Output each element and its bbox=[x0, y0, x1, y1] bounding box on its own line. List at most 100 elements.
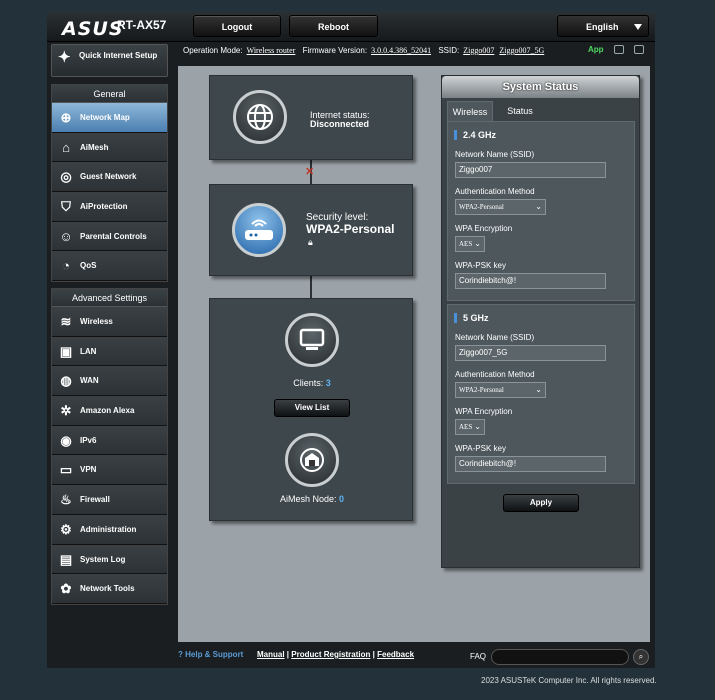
sidebar-item-label: LAN bbox=[80, 346, 97, 356]
ssid-field[interactable]: Ziggo007_5G bbox=[455, 345, 606, 361]
sidebar-item-label: AiMesh bbox=[80, 142, 109, 152]
log-icon: ▤ bbox=[59, 551, 73, 567]
auth-value: WPA2-Personal bbox=[459, 386, 504, 394]
logout-button[interactable]: Logout bbox=[193, 15, 281, 37]
advanced-menu: Advanced Settings ≋ Wireless ▣ LAN ◍ WAN ✲ A… bbox=[51, 288, 168, 605]
sidebar-item-label: Network Tools bbox=[80, 584, 135, 594]
sidebar-item-label: Parental Controls bbox=[80, 231, 147, 241]
sidebar-item-network-map[interactable]: ⊕ Network Map bbox=[52, 103, 167, 133]
ssid-link-5[interactable]: Ziggo007_5G bbox=[499, 46, 544, 55]
router-node[interactable]: Security level: WPA2-Personal 🔒︎ bbox=[209, 184, 413, 276]
enc-select[interactable]: AES ⌄ bbox=[455, 419, 485, 435]
product-registration-link[interactable]: Product Registration bbox=[291, 650, 370, 659]
lock-icon: 🔒︎ bbox=[308, 237, 313, 247]
tab-wireless[interactable]: Wireless bbox=[447, 101, 493, 121]
sidebar-item-firewall[interactable]: ♨ Firewall bbox=[52, 485, 167, 515]
sidebar-item-label: QoS bbox=[80, 261, 97, 271]
faq-search-input[interactable] bbox=[491, 649, 629, 665]
ssid-label: Network Name (SSID) bbox=[455, 150, 535, 159]
general-title: General bbox=[52, 85, 167, 103]
sidebar-item-system-log[interactable]: ▤ System Log bbox=[52, 544, 167, 575]
monitor-icon[interactable] bbox=[285, 313, 339, 367]
wand-icon: ✦ bbox=[58, 49, 71, 66]
wifi-icon: ≋ bbox=[60, 314, 72, 329]
model-name: RT-AX57 bbox=[117, 18, 167, 32]
clients-value: 3 bbox=[325, 378, 331, 388]
band-title: 5 GHz bbox=[454, 313, 489, 323]
qos-icon: ◔ bbox=[62, 258, 70, 274]
copy-icon[interactable] bbox=[634, 45, 645, 55]
auth-select[interactable]: WPA2-Personal ⌄ bbox=[455, 382, 546, 398]
manual-link[interactable]: Manual bbox=[257, 650, 285, 659]
psk-field[interactable]: Corindiebitch@! bbox=[455, 273, 606, 289]
disconnected-x-icon: ✕ bbox=[305, 166, 315, 178]
sidebar-item-aimesh[interactable]: ⌂ AiMesh bbox=[52, 132, 167, 163]
sidebar-item-wan[interactable]: ◍ WAN bbox=[52, 366, 167, 397]
firmware-label: Firmware Version: bbox=[302, 46, 368, 55]
globe-icon: ◍ bbox=[60, 373, 72, 389]
sidebar-item-wireless[interactable]: ≋ Wireless bbox=[52, 307, 167, 337]
sidebar-item-vpn[interactable]: ▭ VPN bbox=[52, 455, 167, 486]
sidebar-item-lan[interactable]: ▣ LAN bbox=[52, 336, 167, 367]
users-icon[interactable] bbox=[613, 45, 624, 55]
sidebar-item-administration[interactable]: ⚙ Administration bbox=[52, 514, 167, 545]
aimesh-value: 0 bbox=[339, 494, 345, 504]
ssid-link-24[interactable]: Ziggo007 bbox=[463, 46, 494, 55]
vpn-icon: ▭ bbox=[59, 462, 73, 478]
advanced-title: Advanced Settings bbox=[52, 289, 167, 307]
sidebar-item-label: Administration bbox=[80, 524, 137, 534]
auth-value: WPA2-Personal bbox=[459, 203, 504, 211]
firmware-link[interactable]: 3.0.0.4.386_52041 bbox=[371, 46, 431, 55]
auth-select[interactable]: WPA2-Personal ⌄ bbox=[455, 199, 546, 215]
info-bar: Operation Mode: Wireless router Firmware … bbox=[183, 46, 549, 55]
sidebar-item-aiprotection[interactable]: ⛉ AiProtection bbox=[52, 192, 167, 222]
enc-select[interactable]: AES ⌄ bbox=[455, 236, 485, 252]
chevron-down-icon: ⌄ bbox=[535, 202, 542, 211]
op-mode-label: Operation Mode: bbox=[183, 46, 243, 55]
sidebar-item-network-tools[interactable]: ✿ Network Tools bbox=[52, 574, 167, 604]
op-mode-link[interactable]: Wireless router bbox=[247, 46, 296, 55]
sidebar-item-guest-network[interactable]: ◎ Guest Network bbox=[52, 162, 167, 193]
connector-line bbox=[310, 276, 312, 298]
sidebar-item-label: Wireless bbox=[80, 317, 113, 326]
ssid-field[interactable]: Ziggo007 bbox=[455, 162, 606, 178]
sidebar-item-ipv6[interactable]: ◉ IPv6 bbox=[52, 425, 167, 456]
sidebar-item-amazon-alexa[interactable]: ✲ Amazon Alexa bbox=[52, 396, 167, 426]
reboot-button[interactable]: Reboot bbox=[289, 15, 378, 37]
system-status-panel: System Status Wireless Status 2.4 GHz Ne… bbox=[441, 75, 640, 568]
asus-logo[interactable]: ASUS bbox=[62, 18, 124, 40]
tools-icon: ✿ bbox=[60, 581, 72, 597]
aimesh-icon: ⌂ bbox=[62, 139, 70, 155]
language-value: English bbox=[586, 22, 619, 32]
view-list-button[interactable]: View List bbox=[274, 399, 350, 417]
alexa-icon: ✲ bbox=[60, 403, 72, 419]
auth-label: Authentication Method bbox=[455, 370, 535, 379]
quick-internet-setup-button[interactable]: ✦ Quick Internet Setup bbox=[51, 44, 168, 77]
psk-field[interactable]: Corindiebitch@! bbox=[455, 456, 606, 472]
clients-node: Clients: 3 View List AiMesh Node: 0 bbox=[209, 298, 413, 521]
router-icon bbox=[232, 203, 286, 257]
language-select[interactable]: English bbox=[557, 15, 649, 37]
aimesh-node-icon[interactable] bbox=[285, 433, 339, 487]
sidebar-item-parental-controls[interactable]: ☺ Parental Controls bbox=[52, 221, 167, 252]
enc-label: WPA Encryption bbox=[455, 224, 513, 233]
app-link[interactable]: App bbox=[588, 45, 604, 54]
chevron-down-icon: ⌄ bbox=[474, 422, 481, 431]
apply-button[interactable]: Apply bbox=[503, 494, 579, 512]
feedback-link[interactable]: Feedback bbox=[377, 650, 414, 659]
parental-icon: ☺ bbox=[59, 228, 73, 244]
tab-status[interactable]: Status bbox=[497, 101, 543, 121]
sidebar-item-label: AiProtection bbox=[80, 202, 128, 212]
footer-links: ? Help & Support Manual | Product Regist… bbox=[178, 650, 414, 659]
search-icon[interactable]: ⌕ bbox=[633, 649, 649, 665]
system-status-title: System Status bbox=[442, 76, 639, 98]
chevron-down-icon: ⌄ bbox=[474, 239, 481, 248]
copyright: 2023 ASUSTeK Computer Inc. All rights re… bbox=[481, 676, 657, 685]
chevron-down-icon bbox=[634, 24, 642, 30]
internet-node[interactable]: Internet status: Disconnected bbox=[209, 75, 413, 160]
admin-icon: ⚙ bbox=[60, 521, 72, 537]
sidebar-item-qos[interactable]: ◔ QoS bbox=[52, 251, 167, 282]
ssid-label: SSID: bbox=[438, 46, 460, 55]
network-map-icon: ⊕ bbox=[60, 110, 72, 125]
help-support-link[interactable]: ? Help & Support bbox=[178, 650, 243, 659]
